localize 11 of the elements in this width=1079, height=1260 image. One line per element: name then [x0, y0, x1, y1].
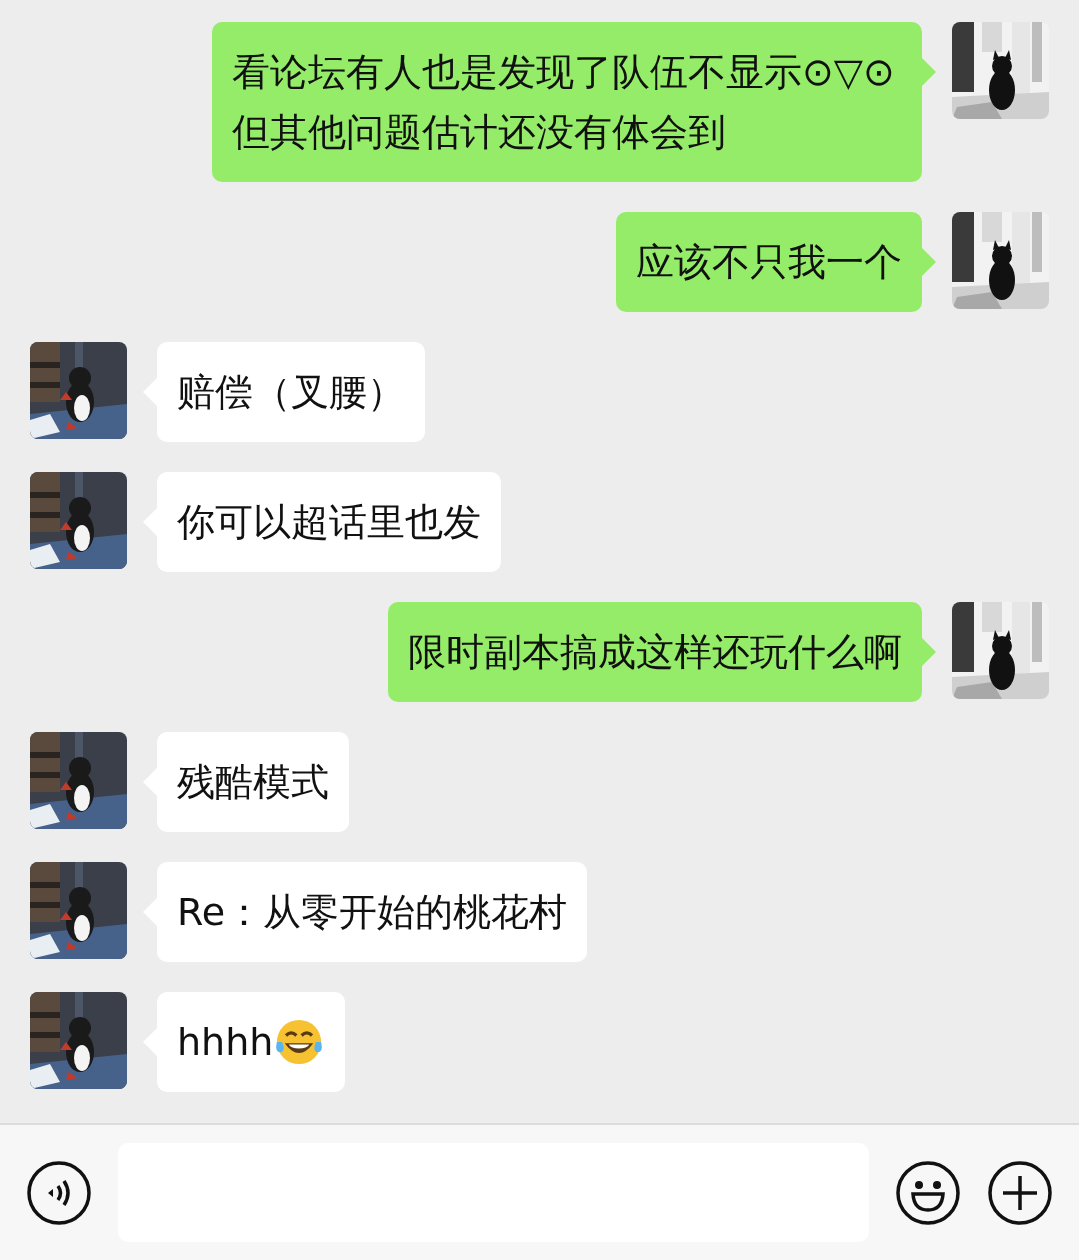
message-text: Re：从零开始的桃花村 [177, 889, 568, 936]
voice-icon[interactable] [26, 1159, 92, 1226]
message-text: 赔偿（叉腰） [177, 369, 405, 416]
message-text: 看论坛有人也是发现了队伍不显示⊙▽⊙但其他问题估计还没有体会到 [232, 49, 896, 156]
message-text: 应该不只我一个 [636, 239, 902, 286]
add-icon[interactable] [987, 1159, 1053, 1226]
message-text: 残酷模式 [177, 759, 329, 806]
message-text: 你可以超话里也发 [177, 499, 481, 546]
message-text: hhhh [177, 1019, 274, 1066]
smiley-icon[interactable] [895, 1159, 961, 1226]
message-text: 限时副本搞成这样还玩什么啊 [408, 629, 902, 676]
